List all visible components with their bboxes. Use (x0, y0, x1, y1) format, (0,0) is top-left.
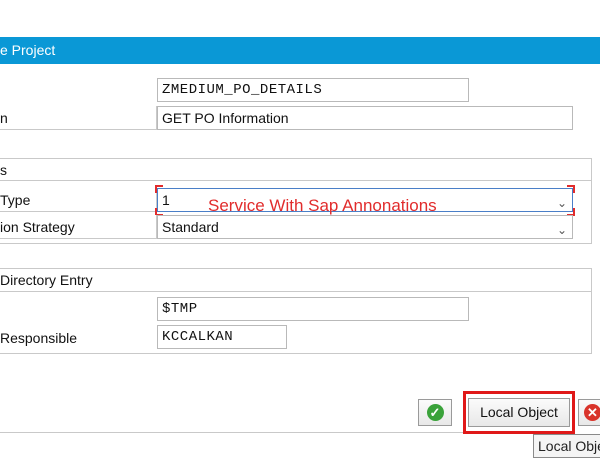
strategy-label: ion Strategy (0, 215, 157, 239)
annotation-corner (155, 185, 163, 193)
annotation-text: Service With Sap Annonations (208, 196, 437, 215)
directory-group-title: Directory Entry (0, 272, 93, 288)
dialog-title-bar: e Project (0, 37, 600, 64)
continue-button[interactable]: ✓ (418, 399, 452, 426)
type-value: 1 (162, 192, 170, 208)
group-divider (0, 180, 592, 181)
local-object-tooltip: Local Obje (533, 434, 600, 458)
green-check-icon: ✓ (426, 404, 444, 421)
strategy-value: Standard (162, 219, 219, 235)
footer-divider (0, 432, 470, 433)
local-object-highlight (463, 391, 575, 434)
chevron-down-icon[interactable]: ⌄ (557, 192, 567, 211)
create-project-dialog: e Project ZMEDIUM_PO_DETAILS n GET PO In… (0, 0, 600, 460)
responsible-label: Responsible (0, 328, 78, 348)
chevron-down-icon[interactable]: ⌄ (557, 219, 567, 238)
description-label: n (0, 106, 157, 130)
group-divider (0, 291, 592, 292)
dialog-title: e Project (0, 42, 56, 58)
annotation-corner (567, 185, 575, 193)
cancel-button[interactable]: ✕ (578, 399, 600, 426)
project-name-field[interactable]: ZMEDIUM_PO_DETAILS (157, 78, 469, 102)
description-field[interactable]: GET PO Information (157, 106, 573, 130)
red-cancel-icon: ✕ (584, 404, 600, 421)
responsible-field[interactable]: KCCALKAN (157, 325, 287, 349)
package-field[interactable]: $TMP (157, 297, 469, 321)
strategy-dropdown[interactable]: Standard ⌄ (157, 215, 573, 239)
type-label: Type (0, 188, 157, 212)
attributes-group-title: s (0, 162, 7, 178)
